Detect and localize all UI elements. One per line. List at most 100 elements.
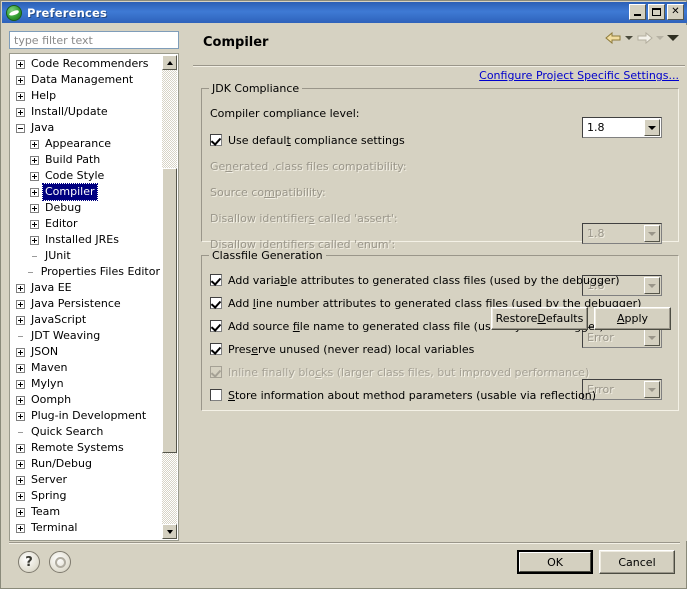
back-dropdown-icon[interactable]: [625, 36, 633, 40]
sidebar-item-properties-files-editor[interactable]: Properties Files Editor: [10, 264, 162, 280]
expand-icon[interactable]: [16, 315, 25, 325]
expand-icon[interactable]: [30, 171, 39, 181]
expand-icon[interactable]: [16, 107, 25, 117]
classfile-option-checkbox[interactable]: [210, 320, 222, 332]
preference-page: Compiler Configure Project Specific Sett…: [191, 25, 687, 541]
sidebar-item-editor[interactable]: Editor: [10, 216, 162, 232]
scrollbar-thumb[interactable]: [162, 168, 177, 453]
sidebar-item-terminal[interactable]: Terminal: [10, 520, 162, 536]
expand-icon[interactable]: [16, 411, 25, 421]
filter-input[interactable]: type filter text: [9, 31, 179, 49]
apply-button[interactable]: Apply: [594, 307, 671, 330]
sidebar-item-jdt-weaving[interactable]: JDT Weaving: [10, 328, 162, 344]
sidebar-item-oomph[interactable]: Oomph: [10, 392, 162, 408]
expand-icon[interactable]: [16, 363, 25, 373]
use-default-compliance-checkbox[interactable]: [210, 134, 222, 146]
expand-icon[interactable]: [16, 491, 25, 501]
sidebar-item-code-style[interactable]: Code Style: [10, 168, 162, 184]
sidebar-item-plug-in-development[interactable]: Plug-in Development: [10, 408, 162, 424]
sidebar-item-help[interactable]: Help: [10, 88, 162, 104]
collapse-icon[interactable]: [16, 123, 25, 133]
sidebar-item-javascript[interactable]: JavaScript: [10, 312, 162, 328]
maximize-button[interactable]: [648, 4, 665, 20]
expand-icon[interactable]: [30, 155, 39, 165]
sidebar-item-label: Quick Search: [31, 425, 104, 438]
sidebar-item-spring[interactable]: Spring: [10, 488, 162, 504]
sidebar-item-appearance[interactable]: Appearance: [10, 136, 162, 152]
window-controls: ✕: [629, 4, 684, 20]
expand-icon[interactable]: [30, 219, 39, 229]
sidebar-item-label: Server: [31, 473, 68, 486]
sidebar-item-mylyn[interactable]: Mylyn: [10, 376, 162, 392]
expand-icon[interactable]: [16, 379, 25, 389]
expand-icon[interactable]: [16, 75, 25, 85]
sidebar-item-build-path[interactable]: Build Path: [10, 152, 162, 168]
sidebar-item-quick-search[interactable]: Quick Search: [10, 424, 162, 440]
maximize-icon: [652, 8, 661, 16]
scroll-up-button[interactable]: [162, 55, 177, 70]
sidebar-item-label: Data Management: [31, 73, 134, 86]
expand-icon[interactable]: [30, 187, 39, 197]
minimize-button[interactable]: [629, 4, 646, 20]
expand-icon[interactable]: [30, 235, 39, 245]
sidebar-item-java[interactable]: Java: [10, 120, 162, 136]
scrollbar-track-lower[interactable]: [162, 453, 177, 524]
sidebar-item-data-management[interactable]: Data Management: [10, 72, 162, 88]
minimize-icon: [634, 14, 641, 16]
sidebar-item-remote-systems[interactable]: Remote Systems: [10, 440, 162, 456]
classfile-option-row[interactable]: Add variable attributes to generated cla…: [210, 270, 670, 290]
configure-project-specific-settings-link[interactable]: Configure Project Specific Settings...: [479, 69, 679, 82]
sidebar-item-compiler[interactable]: Compiler: [10, 183, 162, 201]
sidebar-item-java-ee[interactable]: Java EE: [10, 280, 162, 296]
sidebar-item-team[interactable]: Team: [10, 504, 162, 520]
expand-icon[interactable]: [16, 443, 25, 453]
sidebar-item-junit[interactable]: JUnit: [10, 248, 162, 264]
sidebar-item-label: Code Recommenders: [31, 57, 149, 70]
expand-icon[interactable]: [16, 59, 25, 69]
expand-icon[interactable]: [16, 523, 25, 533]
expand-icon[interactable]: [16, 395, 25, 405]
ok-button[interactable]: OK: [517, 550, 593, 574]
close-button[interactable]: ✕: [667, 4, 684, 20]
expand-icon[interactable]: [16, 459, 25, 469]
leaf-icon: [16, 428, 25, 437]
sidebar-item-json[interactable]: JSON: [10, 344, 162, 360]
scroll-down-button[interactable]: [162, 524, 177, 539]
sidebar-item-install-update[interactable]: Install/Update: [10, 104, 162, 120]
expand-icon[interactable]: [30, 203, 39, 213]
restore-defaults-button[interactable]: Restore Defaults: [491, 307, 588, 330]
expand-icon[interactable]: [16, 475, 25, 485]
cancel-button[interactable]: Cancel: [599, 550, 675, 574]
classfile-option-checkbox[interactable]: [210, 389, 222, 401]
sidebar-item-run-debug[interactable]: Run/Debug: [10, 456, 162, 472]
sidebar-item-label: JUnit: [45, 249, 71, 262]
classfile-option-checkbox[interactable]: [210, 343, 222, 355]
sidebar-item-label: Code Style: [45, 169, 105, 182]
sidebar-item-debug[interactable]: Debug: [10, 200, 162, 216]
compliance-level-row: Compiler compliance level: 1.8: [210, 103, 670, 138]
sidebar-item-server[interactable]: Server: [10, 472, 162, 488]
expand-icon[interactable]: [16, 91, 25, 101]
expand-icon[interactable]: [16, 299, 25, 309]
sidebar-item-java-persistence[interactable]: Java Persistence: [10, 296, 162, 312]
sidebar-item-code-recommenders[interactable]: Code Recommenders: [10, 56, 162, 72]
scrollbar-track-upper[interactable]: [162, 70, 177, 168]
cancel-button-label: Cancel: [618, 555, 656, 569]
back-arrow-icon[interactable]: [605, 31, 622, 45]
use-default-compliance-row[interactable]: Use default compliance settings: [210, 130, 670, 150]
classfile-option-row[interactable]: Preserve unused (never read) local varia…: [210, 339, 670, 359]
sidebar-item-maven[interactable]: Maven: [10, 360, 162, 376]
help-question-icon[interactable]: ?: [18, 551, 40, 573]
tree-scrollbar[interactable]: [162, 55, 177, 539]
classfile-option-row[interactable]: Store information about method parameter…: [210, 385, 670, 405]
expand-icon[interactable]: [16, 347, 25, 357]
expand-icon[interactable]: [16, 283, 25, 293]
expand-icon[interactable]: [30, 139, 39, 149]
classfile-option-checkbox[interactable]: [210, 274, 222, 286]
classfile-option-checkbox[interactable]: [210, 297, 222, 309]
sidebar-item-installed-jres[interactable]: Installed JREs: [10, 232, 162, 248]
expand-icon[interactable]: [16, 507, 25, 517]
view-menu-icon[interactable]: [667, 35, 679, 41]
chevron-up-icon: [166, 60, 173, 65]
preferences-tree[interactable]: Code Recommenders Data Management Help Inst…: [9, 53, 179, 541]
